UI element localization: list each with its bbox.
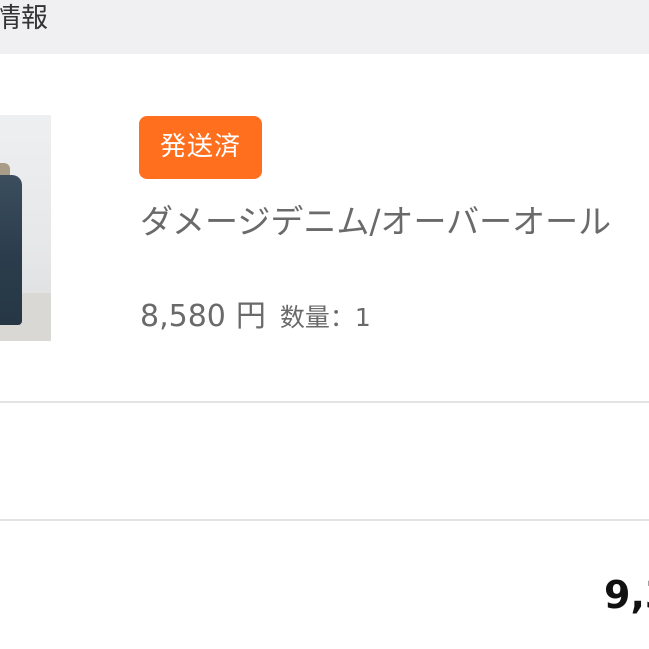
status-badge: 発送済 (139, 116, 262, 179)
quantity-value: 1 (354, 303, 371, 332)
section-title: 情報 (0, 3, 48, 34)
divider (0, 519, 649, 521)
quantity-label: 数量： (279, 303, 355, 332)
product-image-garment (0, 175, 22, 325)
order-detail-page: 情報 発送済 ダメージデニム/オーバーオール 8,580 円数量：1 9,3 (0, 0, 649, 649)
price-currency: 円 (235, 299, 266, 334)
product-name[interactable]: ダメージデニム/オーバーオール (140, 200, 611, 244)
price-value: 8,580 (140, 299, 226, 334)
divider (0, 401, 649, 403)
section-header: 情報 (0, 0, 649, 54)
price-row: 8,580 円数量：1 (140, 296, 371, 339)
total-amount: 9,3 (604, 573, 649, 617)
product-image[interactable] (0, 115, 51, 341)
